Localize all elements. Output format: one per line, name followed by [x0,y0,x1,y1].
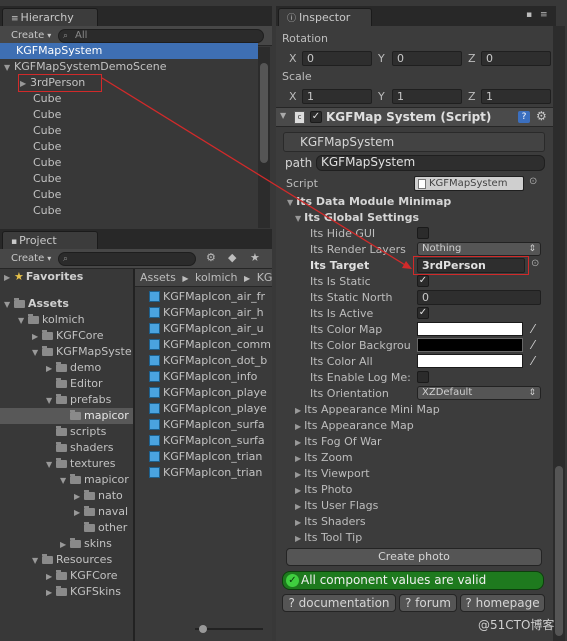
annotation-arrow [101,77,412,269]
watermark: @51CTO博客 [478,618,555,632]
annotation-arrow-line [101,77,411,269]
annotation-arrow-head [402,261,412,269]
